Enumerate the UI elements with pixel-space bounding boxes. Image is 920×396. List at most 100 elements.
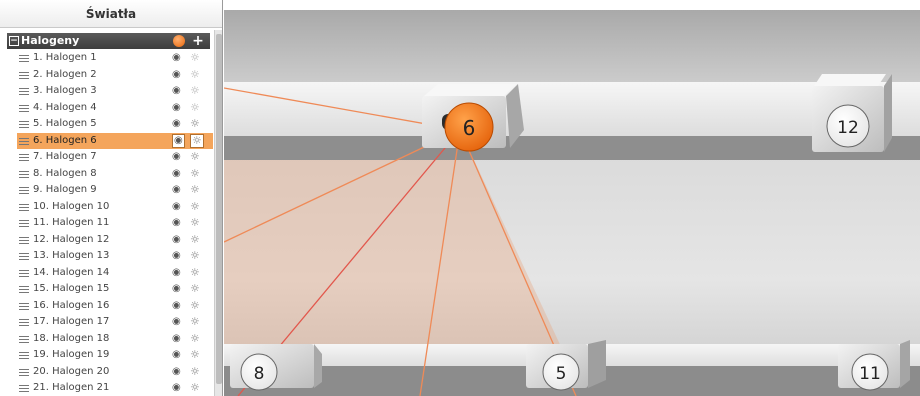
scene-canvas[interactable]: 6 12 8 5 11 — [223, 10, 920, 396]
sun-icon[interactable]: ☼ — [190, 314, 200, 331]
drag-handle-icon[interactable] — [19, 121, 29, 128]
sun-icon[interactable]: ☼ — [190, 199, 200, 216]
eye-icon[interactable]: ◉ — [172, 133, 185, 148]
light-list-item[interactable]: 3. Halogen 3 ◉ ☼ — [17, 83, 213, 100]
drag-handle-icon[interactable] — [19, 368, 29, 376]
sun-icon[interactable]: ☼ — [190, 182, 200, 199]
drag-handle-icon[interactable] — [19, 269, 29, 277]
light-list-item[interactable]: 18. Halogen 18 ◉ ☼ — [17, 331, 213, 348]
eye-icon[interactable]: ◉ — [172, 116, 181, 133]
panel-scrollbar[interactable] — [214, 30, 222, 396]
marker-halogen-11[interactable]: 11 — [851, 353, 889, 391]
drag-handle-icon[interactable] — [19, 203, 29, 211]
light-list-item[interactable]: 6. Halogen 6 ◉ ☼ — [17, 132, 213, 149]
drag-handle-icon[interactable] — [19, 253, 29, 260]
drag-handle-icon[interactable] — [19, 319, 29, 326]
eye-icon[interactable]: ◉ — [172, 380, 181, 396]
sun-icon[interactable]: ☼ — [190, 166, 200, 183]
sun-icon[interactable]: ☼ — [190, 133, 204, 148]
light-list-item[interactable]: 11. Halogen 11 ◉ ☼ — [17, 215, 213, 232]
sun-icon[interactable]: ☼ — [190, 67, 200, 84]
light-list-item[interactable]: 1. Halogen 1 ◉ ☼ — [17, 50, 213, 67]
light-list-item-label: 17. Halogen 17 — [33, 316, 110, 327]
sun-icon[interactable]: ☼ — [190, 364, 200, 381]
marker-halogen-6[interactable]: 6 — [444, 102, 494, 152]
marker-halogen-5[interactable]: 5 — [542, 353, 580, 391]
drag-handle-icon[interactable] — [19, 220, 29, 227]
light-list-item[interactable]: 15. Halogen 15 ◉ ☼ — [17, 281, 213, 298]
eye-icon[interactable]: ◉ — [172, 50, 181, 67]
group-light-icon[interactable] — [173, 35, 185, 47]
sun-icon[interactable]: ☼ — [190, 50, 200, 67]
eye-icon[interactable]: ◉ — [172, 83, 181, 100]
eye-icon[interactable]: ◉ — [172, 199, 181, 216]
light-list: 1. Halogen 1 ◉ ☼ 2. Halogen 2 ◉ ☼ 3. Halogen 3… — [17, 50, 213, 396]
light-list-item[interactable]: 16. Halogen 16 ◉ ☼ — [17, 298, 213, 315]
eye-icon[interactable]: ◉ — [172, 314, 181, 331]
light-list-item[interactable]: 2. Halogen 2 ◉ ☼ — [17, 67, 213, 84]
marker-halogen-8[interactable]: 8 — [240, 353, 278, 391]
eye-icon[interactable]: ◉ — [172, 149, 181, 166]
drag-handle-icon[interactable] — [19, 236, 29, 244]
marker-halogen-12[interactable]: 12 — [826, 104, 870, 148]
sun-icon[interactable]: ☼ — [190, 149, 200, 166]
sun-icon[interactable]: ☼ — [190, 116, 200, 133]
light-list-item[interactable]: 8. Halogen 8 ◉ ☼ — [17, 166, 213, 183]
scrollbar-thumb[interactable] — [216, 34, 222, 384]
eye-icon[interactable]: ◉ — [172, 331, 181, 348]
drag-handle-icon[interactable] — [19, 385, 29, 392]
eye-icon[interactable]: ◉ — [172, 182, 181, 199]
add-light-button[interactable]: + — [191, 33, 205, 49]
drag-handle-icon[interactable] — [19, 71, 29, 79]
drag-handle-icon[interactable] — [19, 286, 29, 293]
light-list-item[interactable]: 21. Halogen 21 ◉ ☼ — [17, 380, 213, 396]
drag-handle-icon[interactable] — [19, 352, 29, 359]
drag-handle-icon[interactable] — [19, 170, 29, 178]
marker-label: 8 — [254, 364, 265, 384]
eye-icon[interactable]: ◉ — [172, 281, 181, 298]
drag-handle-icon[interactable] — [19, 154, 29, 161]
drag-handle-icon[interactable] — [19, 187, 29, 194]
sun-icon[interactable]: ☼ — [190, 83, 200, 100]
sun-icon[interactable]: ☼ — [190, 331, 200, 348]
scene-viewport[interactable]: 6 12 8 5 11 — [223, 10, 920, 396]
eye-icon[interactable]: ◉ — [172, 265, 181, 282]
drag-handle-icon[interactable] — [19, 137, 29, 145]
sun-icon[interactable]: ☼ — [190, 298, 200, 315]
eye-icon[interactable]: ◉ — [172, 166, 181, 183]
light-list-item[interactable]: 20. Halogen 20 ◉ ☼ — [17, 364, 213, 381]
light-list-item[interactable]: 19. Halogen 19 ◉ ☼ — [17, 347, 213, 364]
drag-handle-icon[interactable] — [19, 335, 29, 343]
drag-handle-icon[interactable] — [19, 88, 29, 95]
drag-handle-icon[interactable] — [19, 104, 29, 112]
light-list-item[interactable]: 12. Halogen 12 ◉ ☼ — [17, 232, 213, 249]
sun-icon[interactable]: ☼ — [190, 380, 200, 396]
sun-icon[interactable]: ☼ — [190, 248, 200, 265]
drag-handle-icon[interactable] — [19, 55, 29, 62]
light-list-item[interactable]: 9. Halogen 9 ◉ ☼ — [17, 182, 213, 199]
eye-icon[interactable]: ◉ — [172, 298, 181, 315]
light-list-item[interactable]: 13. Halogen 13 ◉ ☼ — [17, 248, 213, 265]
light-list-item[interactable]: 5. Halogen 5 ◉ ☼ — [17, 116, 213, 133]
eye-icon[interactable]: ◉ — [172, 232, 181, 249]
light-list-item[interactable]: 10. Halogen 10 ◉ ☼ — [17, 199, 213, 216]
light-list-item[interactable]: 4. Halogen 4 ◉ ☼ — [17, 100, 213, 117]
group-header-halogeny[interactable]: − Halogeny + — [7, 33, 210, 49]
drag-handle-icon[interactable] — [19, 302, 29, 310]
eye-icon[interactable]: ◉ — [172, 100, 181, 117]
light-list-item[interactable]: 7. Halogen 7 ◉ ☼ — [17, 149, 213, 166]
sun-icon[interactable]: ☼ — [190, 265, 200, 282]
sun-icon[interactable]: ☼ — [190, 232, 200, 249]
sun-icon[interactable]: ☼ — [190, 347, 200, 364]
sun-icon[interactable]: ☼ — [190, 281, 200, 298]
sun-icon[interactable]: ☼ — [190, 100, 200, 117]
collapse-toggle-icon[interactable]: − — [9, 36, 19, 46]
eye-icon[interactable]: ◉ — [172, 347, 181, 364]
light-list-item[interactable]: 14. Halogen 14 ◉ ☼ — [17, 265, 213, 282]
sun-icon[interactable]: ☼ — [190, 215, 200, 232]
eye-icon[interactable]: ◉ — [172, 248, 181, 265]
light-list-item[interactable]: 17. Halogen 17 ◉ ☼ — [17, 314, 213, 331]
eye-icon[interactable]: ◉ — [172, 215, 181, 232]
eye-icon[interactable]: ◉ — [172, 67, 181, 84]
eye-icon[interactable]: ◉ — [172, 364, 181, 381]
